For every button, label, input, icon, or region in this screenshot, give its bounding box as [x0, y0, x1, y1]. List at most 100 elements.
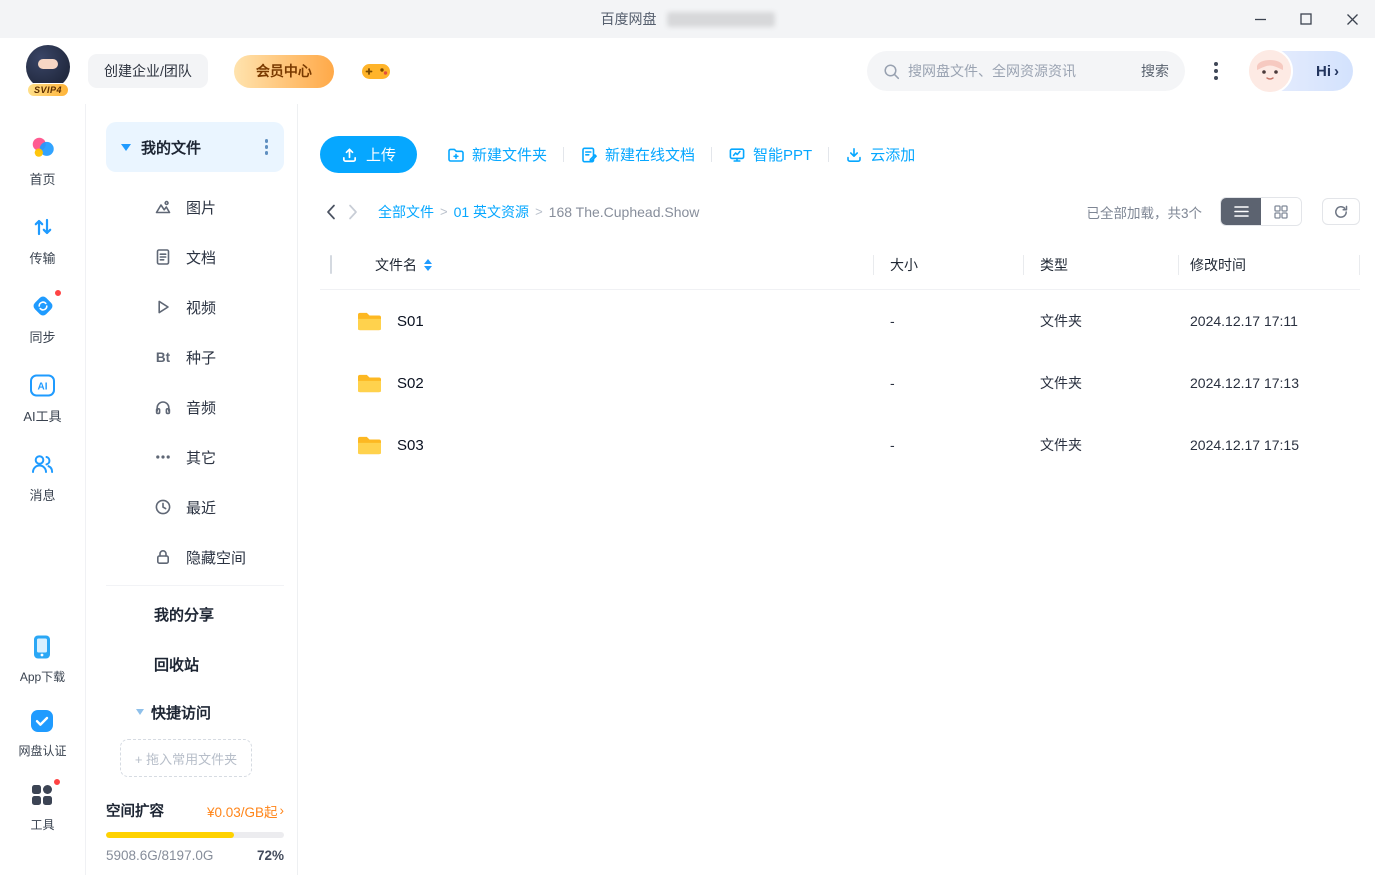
table-row[interactable]: S02 - 文件夹 2024.12.17 17:13: [320, 352, 1360, 414]
upload-button[interactable]: 上传: [320, 136, 418, 173]
sidebar-item-hidden-space[interactable]: 隐藏空间: [106, 532, 284, 582]
sidebar-item-label: 音频: [186, 399, 217, 417]
file-sidebar: 我的文件 图片 文档 视频 Bt 种子 音频 其它 最近 隐藏空间 我的分享 回…: [86, 104, 298, 875]
breadcrumb-row: 全部文件 > 01 英文资源 > 168 The.Cuphead.Show 已全…: [320, 197, 1360, 226]
nav-item-sync[interactable]: 同步: [29, 289, 62, 346]
close-icon: [1346, 13, 1358, 25]
sidebar-item-my-shares[interactable]: 我的分享: [106, 589, 284, 639]
column-header-size[interactable]: 大小: [873, 240, 1023, 289]
member-center-button[interactable]: 会员中心: [233, 54, 334, 88]
table-row[interactable]: S03 - 文件夹 2024.12.17 17:15: [320, 414, 1360, 476]
list-view-button[interactable]: [1221, 198, 1261, 225]
user-avatar[interactable]: [1247, 48, 1293, 94]
titlebar[interactable]: 百度网盘: [0, 0, 1375, 38]
breadcrumb-link-all-files[interactable]: 全部文件: [378, 202, 434, 222]
file-name-cell[interactable]: S03: [356, 434, 873, 457]
left-nav-bottom: App下载 网盘认证 工具: [18, 633, 67, 855]
forward-button[interactable]: [342, 200, 364, 224]
search-icon: [884, 63, 900, 79]
ellipsis-icon: [154, 448, 172, 466]
file-toolbar: 上传 新建文件夹 新建在线文档 智能PPT 云添加: [320, 136, 1360, 173]
nav-label: 消息: [29, 488, 56, 503]
sidebar-item-pictures[interactable]: 图片: [106, 182, 284, 232]
sidebar-item-others[interactable]: 其它: [106, 432, 284, 482]
lock-icon: [154, 548, 172, 566]
nav-item-messages[interactable]: 消息: [29, 450, 57, 504]
pictures-icon: [154, 198, 172, 216]
column-header-type[interactable]: 类型: [1023, 240, 1178, 289]
storage-progress-fill: [106, 832, 235, 838]
window-controls: [1237, 0, 1375, 38]
list-controls: 已全部加载，共3个: [1086, 197, 1360, 226]
sidebar-item-recycle-bin[interactable]: 回收站: [106, 639, 284, 689]
smart-ppt-button[interactable]: 智能PPT: [728, 144, 812, 165]
nav-item-tools[interactable]: 工具: [28, 778, 62, 833]
app-header: SVIP4 创建企业/团队 会员中心 搜索 Hi ›: [0, 38, 1375, 104]
sidebar-item-recent[interactable]: 最近: [106, 482, 284, 532]
file-size: -: [890, 437, 895, 453]
sidebar-item-videos[interactable]: 视频: [106, 282, 284, 332]
table-row[interactable]: S01 - 文件夹 2024.12.17 17:11: [320, 290, 1360, 352]
nav-item-ai-tools[interactable]: AI AI工具: [23, 371, 62, 425]
category-list: 图片 文档 视频 Bt 种子 音频 其它 最近 隐藏空间: [106, 182, 284, 582]
account-logo[interactable]: SVIP4: [24, 45, 72, 97]
new-folder-button[interactable]: 新建文件夹: [447, 144, 547, 165]
window-title: 百度网盘: [600, 11, 657, 27]
my-files-more-button[interactable]: [261, 135, 273, 159]
maximize-button[interactable]: [1283, 0, 1329, 38]
sidebar-item-audio[interactable]: 音频: [106, 382, 284, 432]
pin-folder-dropzone[interactable]: + 拖入常用文件夹: [120, 739, 252, 777]
sidebar-item-torrents[interactable]: Bt 种子: [106, 332, 284, 382]
column-header-modified[interactable]: 修改时间: [1178, 240, 1360, 289]
file-modified: 2024.12.17 17:15: [1190, 437, 1299, 453]
folder-icon: [358, 374, 381, 392]
toolbar-separator: [828, 147, 830, 162]
search-input[interactable]: [908, 63, 1131, 79]
grid-view-icon: [1274, 204, 1288, 219]
my-files-label: 我的文件: [141, 139, 202, 157]
refresh-button[interactable]: [1322, 198, 1360, 225]
toolbar-actions: 新建文件夹 新建在线文档 智能PPT 云添加: [447, 144, 915, 165]
search-submit[interactable]: 搜索: [1131, 61, 1169, 81]
nav-label: AI工具: [23, 409, 62, 424]
search-box[interactable]: 搜索: [867, 51, 1185, 91]
storage-upgrade-link[interactable]: ¥0.03/GB起 ›: [207, 801, 284, 821]
new-online-doc-button[interactable]: 新建在线文档: [580, 144, 695, 165]
maximize-icon: [1300, 13, 1312, 25]
grid-view-button[interactable]: [1261, 198, 1301, 225]
column-header-name[interactable]: 文件名: [356, 240, 873, 289]
nav-item-app-download[interactable]: App下载: [20, 633, 65, 685]
breadcrumb: 全部文件 > 01 英文资源 > 168 The.Cuphead.Show: [378, 202, 699, 222]
game-center-button[interactable]: [360, 59, 392, 83]
storage-expand-label: 空间扩容: [106, 804, 164, 820]
gamepad-icon: [361, 64, 390, 79]
nav-item-home[interactable]: 首页: [29, 134, 57, 188]
sidebar-item-quick-access[interactable]: 快捷访问: [106, 689, 284, 735]
more-menu-button[interactable]: [1199, 62, 1233, 80]
messages-icon: [29, 450, 57, 478]
breadcrumb-link-english-resources[interactable]: 01 英文资源: [454, 202, 529, 222]
new-folder-icon: [448, 148, 464, 162]
file-name-cell[interactable]: S01: [356, 310, 873, 333]
nav-item-certification[interactable]: 网盘认证: [18, 707, 67, 759]
nav-label: 工具: [30, 818, 55, 832]
sidebar-divider: [106, 585, 284, 586]
close-button[interactable]: [1329, 0, 1375, 38]
minimize-button[interactable]: [1237, 0, 1283, 38]
sidebar-item-my-files[interactable]: 我的文件: [106, 122, 284, 172]
create-team-button[interactable]: 创建企业/团队: [88, 54, 208, 88]
sort-icon[interactable]: [424, 258, 432, 271]
collapse-triangle-icon: [121, 143, 131, 151]
back-button[interactable]: [320, 200, 342, 224]
list-view-icon: [1233, 206, 1249, 217]
content-area: 首页 传输 同步 AI AI工具 消息 App下载 网盘认证 工具 我的文件 图…: [0, 104, 1375, 875]
select-all-checkbox[interactable]: [330, 254, 332, 274]
nav-item-transfer[interactable]: 传输: [29, 213, 57, 267]
sidebar-item-documents[interactable]: 文档: [106, 232, 284, 282]
file-name-cell[interactable]: S02: [356, 372, 873, 395]
nav-label: 首页: [29, 172, 56, 187]
file-name: S03: [397, 436, 424, 454]
cloud-add-button[interactable]: 云添加: [845, 144, 915, 165]
smart-ppt-icon: [729, 147, 745, 162]
user-chip[interactable]: Hi ›: [1247, 48, 1353, 94]
